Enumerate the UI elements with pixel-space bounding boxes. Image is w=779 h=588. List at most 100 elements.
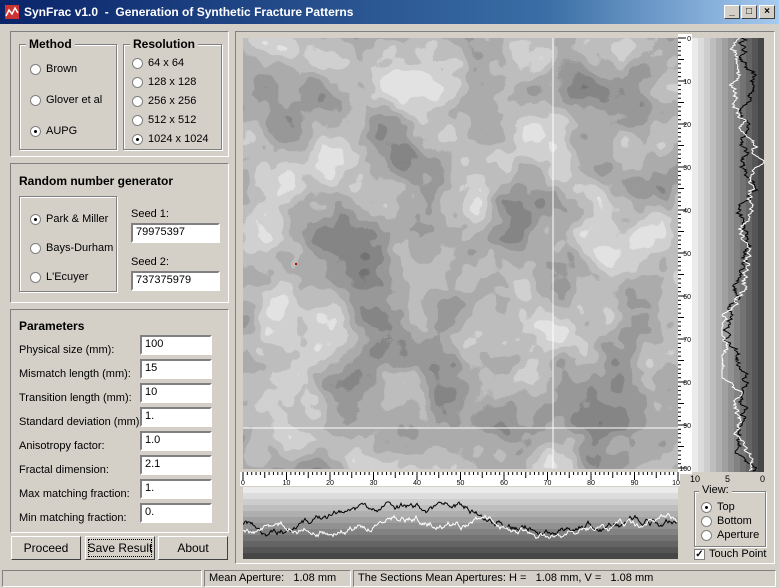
intensity-band xyxy=(243,553,678,559)
radio-dot-selected xyxy=(132,133,143,145)
max-matching-fraction-input[interactable]: 1. xyxy=(140,479,212,499)
radio-label: Park & Miller xyxy=(46,213,109,225)
physical-size-input[interactable]: 100 xyxy=(140,335,212,355)
intensity-band xyxy=(710,38,716,472)
ruler-tick-label: 10 xyxy=(683,79,691,86)
save-result-button[interactable]: Save Result xyxy=(85,536,155,560)
seed2-input[interactable]: 737375979 xyxy=(131,271,220,291)
intensity-band xyxy=(752,38,758,472)
method-aupg-radio[interactable]: AUPG xyxy=(30,125,77,137)
horizontal-ruler: 0 10 20 30 40 50 60 70 80 90 100 xyxy=(240,472,680,486)
resolution-128-radio[interactable]: 128 x 128 xyxy=(132,76,196,88)
status-section-apertures: The Sections Mean Apertures: H = 1.08 mm… xyxy=(353,570,776,587)
intensity-band xyxy=(758,38,764,472)
horizontal-section-profile[interactable] xyxy=(243,487,678,559)
checkbox-label: Touch Point xyxy=(709,548,767,560)
radio-dot xyxy=(132,95,143,107)
resolution-512-radio[interactable]: 512 x 512 xyxy=(132,114,196,126)
resolution-64-radio[interactable]: 64 x 64 xyxy=(132,57,184,69)
ruler-tick-label: 50 xyxy=(457,480,465,486)
radio-dot xyxy=(30,271,41,283)
scale-label-mid: 5 xyxy=(725,474,731,484)
physical-size-label: Physical size (mm): xyxy=(19,344,115,356)
radio-dot-selected xyxy=(30,125,41,137)
radio-label: Bottom xyxy=(717,515,752,527)
method-brown-radio[interactable]: Brown xyxy=(30,63,77,75)
view-group: View: Top Bottom Aperture xyxy=(694,484,766,547)
ruler-tick-label: 20 xyxy=(326,480,334,486)
ruler-tick-label: 90 xyxy=(631,480,639,486)
radio-dot xyxy=(701,529,712,541)
radio-label: AUPG xyxy=(46,125,78,137)
title-bar[interactable]: SynFrac v1.0 - Generation of Synthetic F… xyxy=(0,0,779,24)
status-empty-cell xyxy=(2,570,202,587)
view-bottom-radio[interactable]: Bottom xyxy=(701,515,752,527)
seed1-input[interactable]: 79975397 xyxy=(131,223,220,243)
ruler-tick-label: 60 xyxy=(683,294,691,301)
resolution-256-radio[interactable]: 256 x 256 xyxy=(132,95,196,107)
intensity-band xyxy=(243,511,678,517)
radio-dot xyxy=(701,515,712,527)
radio-dot xyxy=(132,76,143,88)
method-legend: Method xyxy=(26,37,75,51)
status-mean-aperture: Mean Aperture: 1.08 mm xyxy=(204,570,351,587)
surface-contours xyxy=(243,38,678,469)
intensity-band xyxy=(243,547,678,553)
method-resolution-panel: Method Brown Glover et al AUPG Resolutio… xyxy=(10,31,229,157)
rng-bays-durham-radio[interactable]: Bays-Durham xyxy=(30,242,113,254)
rng-panel: Random number generator Park & Miller Ba… xyxy=(10,163,229,303)
resolution-1024-radio[interactable]: 1024 x 1024 xyxy=(132,133,209,145)
minimize-button[interactable]: _ xyxy=(724,5,740,19)
ruler-tick-label: 50 xyxy=(683,251,691,258)
vertical-section-profile[interactable] xyxy=(692,38,766,472)
ruler-tick-label: 100 xyxy=(679,466,691,473)
ruler-tick-label: 30 xyxy=(370,480,378,486)
mismatch-length-label: Mismatch length (mm): xyxy=(19,368,131,380)
fractal-dimension-input[interactable]: 2.1 xyxy=(140,455,212,475)
standard-deviation-input[interactable]: 1. xyxy=(140,407,212,427)
vertical-ruler: 0 10 20 30 40 50 60 70 80 90 100 xyxy=(678,34,692,474)
radio-label: L'Ecuyer xyxy=(46,271,89,283)
touch-point-checkbox[interactable]: ✓ Touch Point xyxy=(694,548,766,560)
radio-dot-selected xyxy=(30,213,41,225)
view-legend: View: xyxy=(699,484,732,496)
about-button[interactable]: About xyxy=(158,536,228,560)
fractal-dimension-label: Fractal dimension: xyxy=(19,464,109,476)
ruler-tick-label: 40 xyxy=(413,480,421,486)
radio-label: Top xyxy=(717,501,735,513)
radio-label: Bays-Durham xyxy=(46,242,114,254)
window-title: SynFrac v1.0 - Generation of Synthetic F… xyxy=(24,5,354,19)
method-glover-radio[interactable]: Glover et al xyxy=(30,94,102,106)
radio-label: 1024 x 1024 xyxy=(148,133,209,145)
rng-lecuyer-radio[interactable]: L'Ecuyer xyxy=(30,271,88,283)
radio-label: 256 x 256 xyxy=(148,95,197,107)
transition-length-input[interactable]: 10 xyxy=(140,383,212,403)
ruler-tick-label: 20 xyxy=(683,122,691,129)
intensity-band xyxy=(722,38,728,472)
transition-length-label: Transition length (mm): xyxy=(19,392,132,404)
intensity-band xyxy=(716,38,722,472)
fracture-surface-map[interactable] xyxy=(243,38,678,469)
radio-label: Glover et al xyxy=(46,94,103,106)
anisotropy-factor-label: Anisotropy factor: xyxy=(19,440,105,452)
view-top-radio[interactable]: Top xyxy=(701,501,735,513)
ruler-tick-label: 90 xyxy=(683,423,691,430)
min-matching-fraction-label: Min matching fraction: xyxy=(19,512,127,524)
radio-dot xyxy=(30,242,41,254)
rng-options-group: Park & Miller Bays-Durham L'Ecuyer xyxy=(19,196,117,292)
parameters-title: Parameters xyxy=(19,319,85,333)
anisotropy-factor-input[interactable]: 1.0 xyxy=(140,431,212,451)
radio-dot-selected xyxy=(701,501,712,513)
rng-park-miller-radio[interactable]: Park & Miller xyxy=(30,213,108,225)
radio-label: Aperture xyxy=(717,529,760,541)
radio-dot xyxy=(132,114,143,126)
close-button[interactable]: × xyxy=(759,5,775,19)
mismatch-length-input[interactable]: 15 xyxy=(140,359,212,379)
seed1-label: Seed 1: xyxy=(131,208,169,220)
ruler-tick-label: 60 xyxy=(500,480,508,486)
maximize-button[interactable]: □ xyxy=(741,5,757,19)
resolution-legend: Resolution xyxy=(130,37,198,51)
view-aperture-radio[interactable]: Aperture xyxy=(701,529,759,541)
min-matching-fraction-input[interactable]: 0. xyxy=(140,503,212,523)
proceed-button[interactable]: Proceed xyxy=(11,536,81,560)
